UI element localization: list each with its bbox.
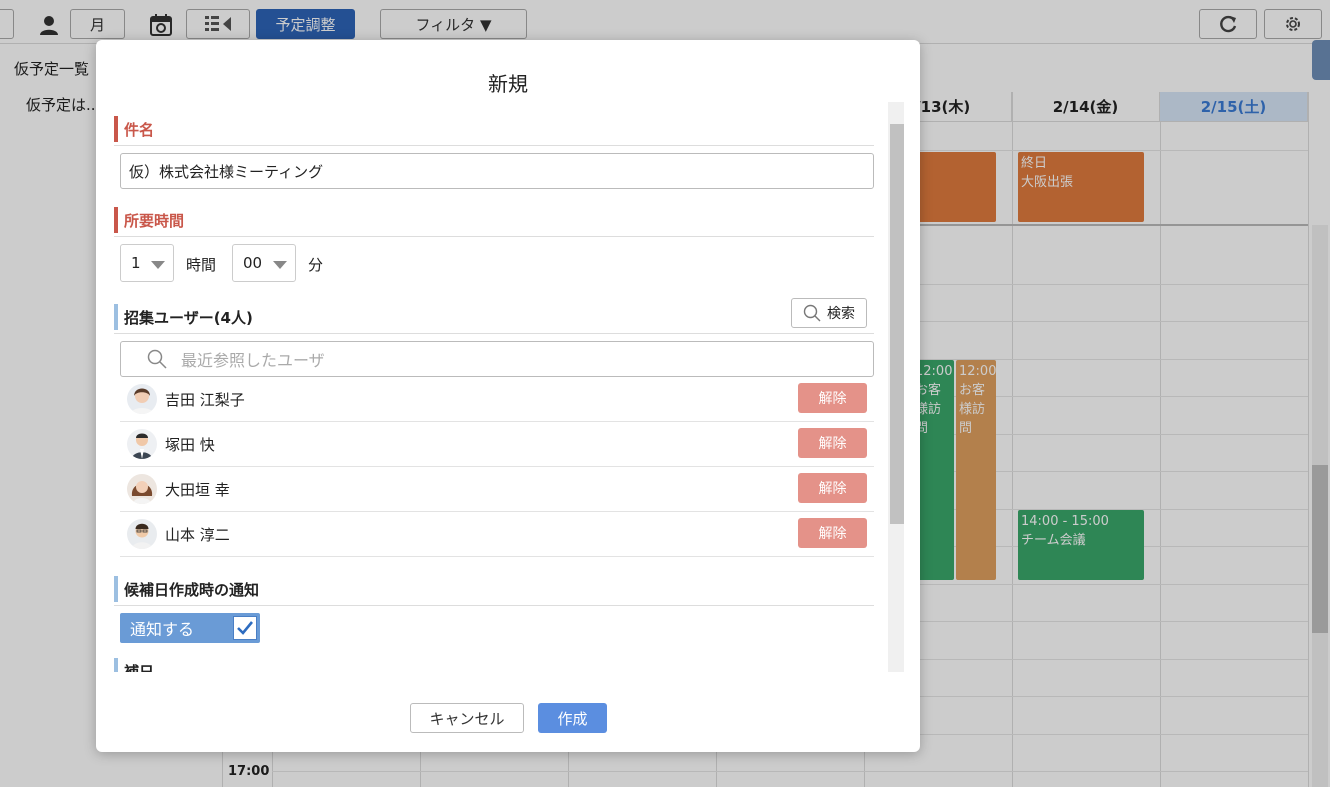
avatar xyxy=(127,384,157,414)
remove-user-button[interactable]: 解除 xyxy=(798,383,867,413)
chevron-down-icon xyxy=(151,261,165,269)
avatar xyxy=(127,519,157,549)
subject-input[interactable]: 仮）株式会社様ミーティング xyxy=(120,153,874,189)
minutes-unit: 分 xyxy=(308,256,324,274)
user-row: 吉田 江梨子 解除 xyxy=(120,377,874,422)
user-name: 大田垣 幸 xyxy=(165,480,230,499)
notify-heading: 候補日作成時の通知 xyxy=(114,574,874,606)
dialog-scroll-thumb[interactable] xyxy=(890,124,904,524)
dialog-body: 件名 仮）株式会社様ミーティング 所要時間 1 時間 00 分 招集ユーザー(4… xyxy=(114,102,888,672)
notify-checkbox[interactable] xyxy=(233,616,257,640)
chevron-down-icon xyxy=(273,261,287,269)
subject-heading: 件名 xyxy=(114,114,874,146)
search-icon xyxy=(803,304,821,322)
user-row: 山本 淳二 解除 xyxy=(120,512,874,557)
user-search-input[interactable]: 最近参照したユーザ xyxy=(120,341,874,377)
users-heading: 招集ユーザー(4人) xyxy=(114,302,874,334)
check-icon xyxy=(237,621,254,635)
remove-user-button[interactable]: 解除 xyxy=(798,473,867,503)
candidate-heading: 補日 xyxy=(114,656,874,672)
remove-user-button[interactable]: 解除 xyxy=(798,428,867,458)
avatar xyxy=(127,474,157,504)
duration-hours-select[interactable]: 1 xyxy=(120,244,174,282)
dialog-footer: キャンセル 作成 xyxy=(410,703,607,733)
user-row: 塚田 快 解除 xyxy=(120,422,874,467)
hours-unit: 時間 xyxy=(186,256,217,274)
dialog-title: 新規 xyxy=(488,72,528,96)
duration-heading: 所要時間 xyxy=(114,205,874,237)
user-row: 大田垣 幸 解除 xyxy=(120,467,874,512)
user-name: 吉田 江梨子 xyxy=(165,390,245,409)
user-name: 山本 淳二 xyxy=(165,525,230,544)
notify-label: 通知する xyxy=(130,620,195,639)
search-icon xyxy=(147,349,167,369)
duration-minutes-select[interactable]: 00 xyxy=(232,244,296,282)
cancel-button[interactable]: キャンセル xyxy=(410,703,524,733)
new-event-dialog: 新規 件名 仮）株式会社様ミーティング 所要時間 1 時間 00 分 招集ユーザ… xyxy=(96,40,920,752)
avatar xyxy=(127,429,157,459)
user-search-button[interactable]: 検索 xyxy=(791,298,867,328)
notify-toggle[interactable]: 通知する xyxy=(120,613,260,643)
user-name: 塚田 快 xyxy=(165,435,215,454)
remove-user-button[interactable]: 解除 xyxy=(798,518,867,548)
create-button[interactable]: 作成 xyxy=(538,703,607,733)
